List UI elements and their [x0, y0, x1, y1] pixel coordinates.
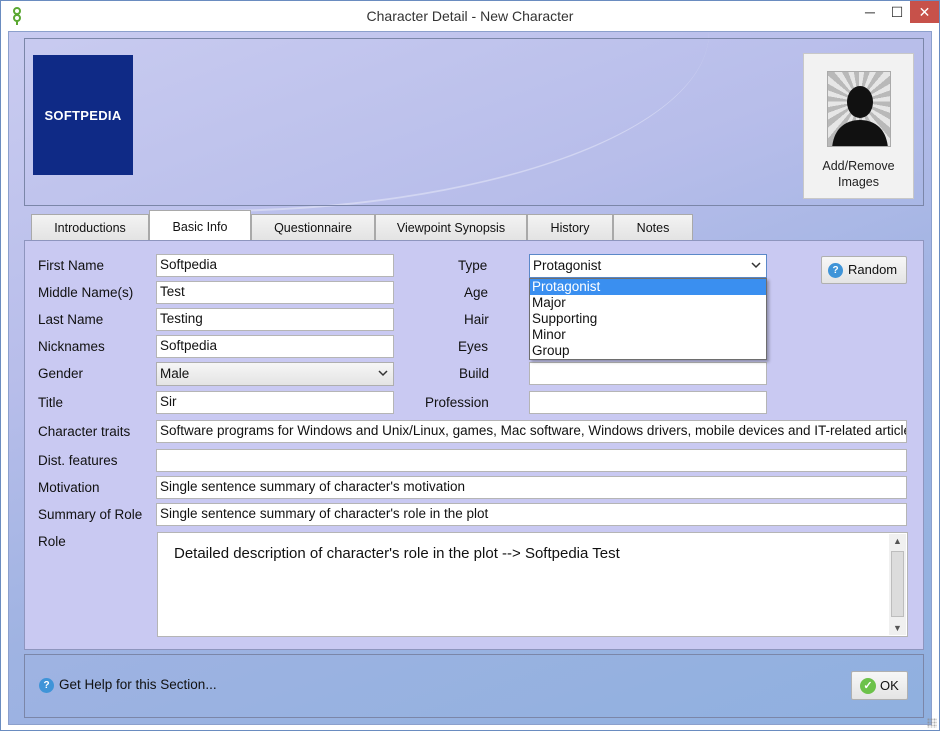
help-icon: ? [828, 263, 843, 278]
role-text: Detailed description of character's role… [174, 545, 620, 562]
hair-label: Hair [464, 312, 489, 327]
character-silhouette-icon [827, 71, 891, 147]
summary-of-role-field[interactable]: Single sentence summary of character's r… [156, 503, 907, 526]
ok-label: OK [880, 678, 899, 693]
client-area: SOFTPEDIA Add/Remove Images Introduction… [8, 31, 932, 725]
resize-grip-icon[interactable] [927, 718, 937, 728]
type-option-supporting[interactable]: Supporting [530, 311, 766, 327]
ok-button[interactable]: ✓ OK [851, 671, 908, 700]
type-option-major[interactable]: Major [530, 295, 766, 311]
eyes-label: Eyes [458, 339, 489, 354]
age-label: Age [464, 285, 489, 300]
random-button[interactable]: ? Random [821, 256, 907, 284]
gender-select[interactable]: Male [156, 362, 394, 386]
character-detail-window: Character Detail - New Character ─ ☐ ✕ S… [0, 0, 940, 731]
first-name-field[interactable]: Softpedia [156, 254, 394, 277]
add-remove-images-label: Add/Remove Images [822, 159, 895, 189]
character-traits-label: Character traits [38, 424, 131, 439]
scroll-down-icon[interactable]: ▼ [889, 621, 906, 635]
tab-history[interactable]: History [527, 214, 613, 242]
build-field[interactable] [529, 362, 767, 385]
middle-name-field[interactable]: Test [156, 281, 394, 304]
chevron-down-icon [751, 262, 761, 269]
nicknames-field[interactable]: Softpedia [156, 335, 394, 358]
role-label: Role [38, 534, 66, 549]
last-name-label: Last Name [38, 312, 104, 327]
add-remove-images-button[interactable]: Add/Remove Images [803, 53, 914, 199]
type-option-group[interactable]: Group [530, 343, 766, 359]
random-label: Random [848, 262, 898, 277]
last-name-field[interactable]: Testing [156, 308, 394, 331]
tab-introductions[interactable]: Introductions [31, 214, 149, 242]
maximize-button[interactable]: ☐ [884, 1, 910, 23]
profession-field[interactable] [529, 391, 767, 414]
profession-label: Profession [425, 395, 489, 410]
nicknames-label: Nicknames [38, 339, 105, 354]
get-help-link[interactable]: Get Help for this Section... [59, 677, 217, 692]
scroll-thumb[interactable] [891, 551, 904, 617]
build-label: Build [459, 366, 490, 381]
tab-basic-info[interactable]: Basic Info [149, 210, 251, 243]
chevron-down-icon [378, 370, 388, 377]
first-name-label: First Name [38, 258, 105, 273]
tab-notes[interactable]: Notes [613, 214, 693, 242]
scroll-up-icon[interactable]: ▲ [889, 534, 906, 548]
type-value: Protagonist [533, 258, 602, 273]
tab-viewpoint-synopsis[interactable]: Viewpoint Synopsis [375, 214, 527, 242]
footer-panel: ? Get Help for this Section... ✓ OK [24, 654, 924, 718]
title-bar[interactable]: Character Detail - New Character ─ ☐ ✕ [1, 1, 939, 31]
gender-label: Gender [38, 366, 84, 381]
checkmark-icon: ✓ [860, 678, 876, 694]
tab-questionnaire[interactable]: Questionnaire [251, 214, 375, 242]
summary-of-role-label: Summary of Role [38, 507, 143, 522]
close-button[interactable]: ✕ [910, 1, 939, 23]
role-textarea[interactable]: Detailed description of character's role… [157, 532, 908, 637]
title-label: Title [38, 395, 64, 410]
type-select[interactable]: Protagonist [529, 254, 767, 278]
motivation-field[interactable]: Single sentence summary of character's m… [156, 476, 907, 499]
type-label: Type [458, 258, 488, 273]
middle-name-label: Middle Name(s) [38, 285, 134, 300]
header-panel: SOFTPEDIA Add/Remove Images [24, 38, 924, 206]
help-icon: ? [39, 678, 54, 693]
window-title: Character Detail - New Character [366, 8, 574, 24]
title-field[interactable]: Sir [156, 391, 394, 414]
softpedia-logo: SOFTPEDIA [33, 55, 133, 175]
gender-value: Male [160, 366, 190, 381]
dist-features-field[interactable] [156, 449, 907, 472]
type-option-minor[interactable]: Minor [530, 327, 766, 343]
role-scrollbar[interactable]: ▲ ▼ [889, 534, 906, 635]
dist-features-label: Dist. features [38, 453, 118, 468]
motivation-label: Motivation [38, 480, 100, 495]
type-dropdown-list: Protagonist Major Supporting Minor Group [529, 278, 767, 360]
character-traits-field[interactable]: Software programs for Windows and Unix/L… [156, 420, 907, 443]
type-option-protagonist[interactable]: Protagonist [530, 279, 766, 295]
minimize-button[interactable]: ─ [856, 1, 884, 23]
